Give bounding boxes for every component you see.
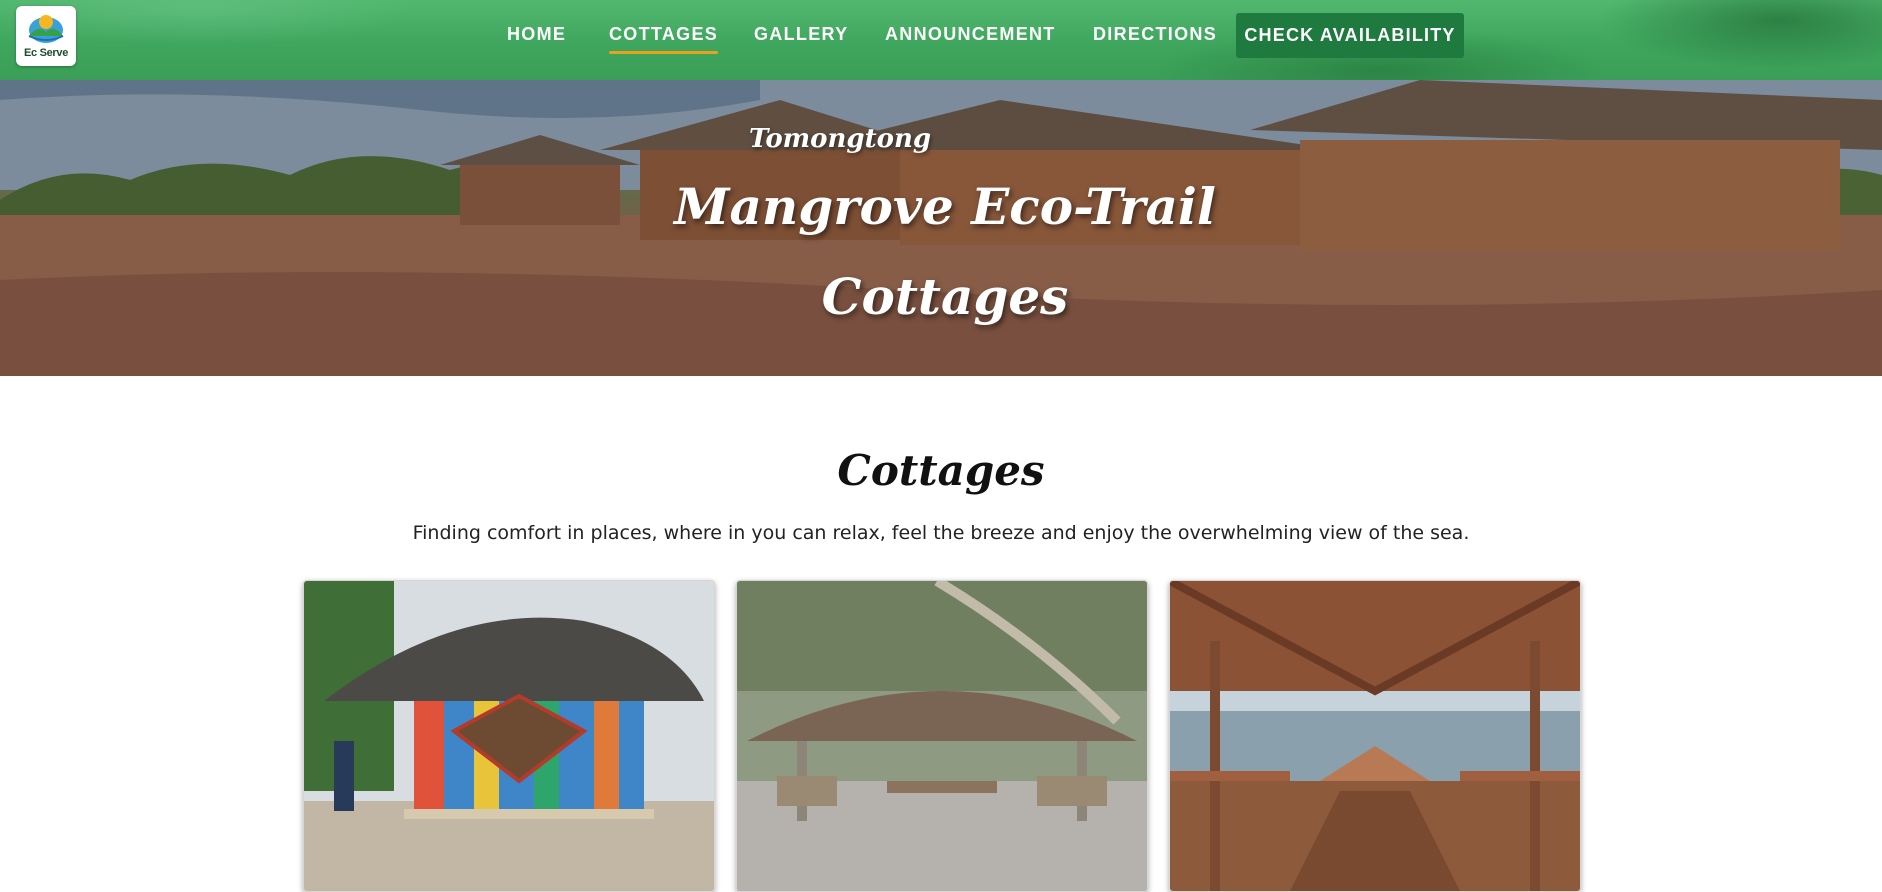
logo-text: Ec Serve bbox=[23, 47, 69, 59]
nav-home[interactable]: HOME bbox=[507, 22, 566, 46]
cottage-card-3[interactable] bbox=[1169, 580, 1581, 892]
nav-directions[interactable]: DIRECTIONS bbox=[1093, 22, 1217, 46]
section-description: Finding comfort in places, where in you … bbox=[412, 522, 1470, 544]
hero-banner: Tomongtong Mangrove Eco-Trail Cottages bbox=[0, 80, 1882, 376]
cottage-image-2 bbox=[737, 581, 1147, 891]
nav-cottages[interactable]: COTTAGES bbox=[609, 22, 719, 54]
cottage-card-1[interactable] bbox=[303, 580, 715, 892]
nav-announcement[interactable]: ANNOUNCEMENT bbox=[885, 22, 1056, 46]
cottage-card-2[interactable] bbox=[736, 580, 1148, 892]
cottage-image-3 bbox=[1170, 581, 1580, 891]
section-title: Cottages bbox=[837, 446, 1045, 495]
nav-gallery[interactable]: GALLERY bbox=[754, 22, 848, 46]
top-navbar: Ec Serve HOME COTTAGES GALLERY ANNOUNCEM… bbox=[0, 0, 1882, 80]
hero-title-line1: Mangrove Eco-Trail bbox=[674, 177, 1216, 236]
check-availability-button[interactable]: CHECK AVAILABILITY bbox=[1236, 13, 1464, 58]
ecoserve-logo[interactable]: Ec Serve bbox=[16, 6, 76, 66]
hero-title-line2: Cottages bbox=[821, 267, 1069, 326]
cottage-image-1 bbox=[304, 581, 714, 891]
hero-subtitle: Tomongtong bbox=[748, 124, 932, 154]
hero-title: Mangrove Eco-Trail Cottages bbox=[600, 162, 1290, 342]
